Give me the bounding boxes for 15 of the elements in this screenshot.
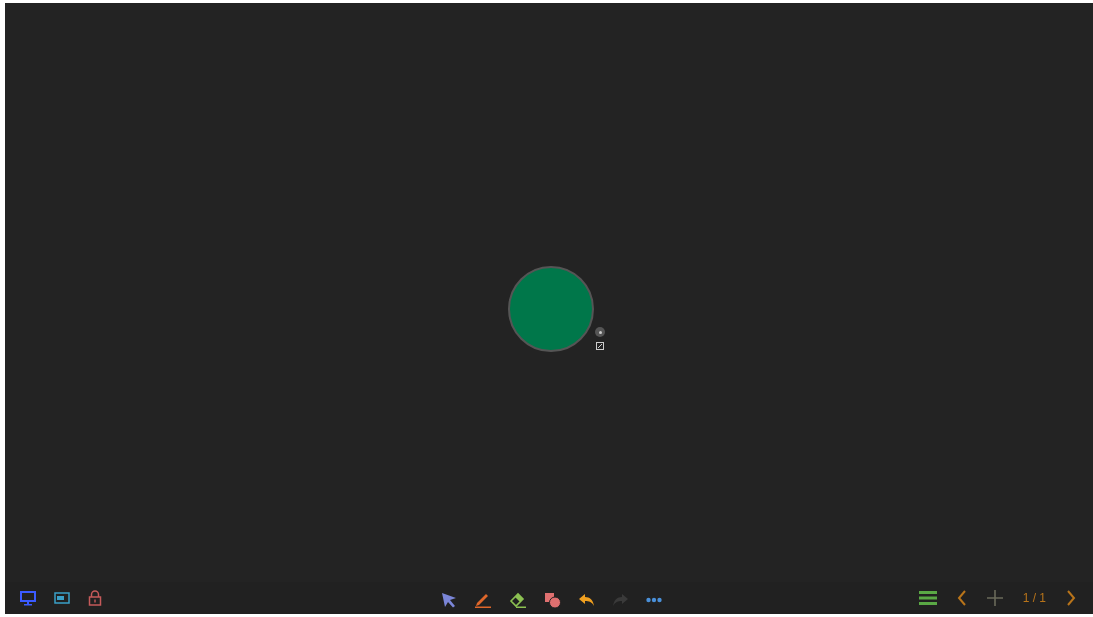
more-icon[interactable] [646, 596, 662, 603]
close-handle-icon[interactable] [595, 327, 605, 337]
shapes-icon[interactable] [544, 591, 561, 608]
previous-page-icon[interactable] [956, 590, 967, 606]
menu-icon[interactable] [918, 591, 937, 605]
cursor-icon[interactable] [441, 591, 457, 608]
eraser-icon[interactable] [509, 591, 527, 608]
lock-icon[interactable] [88, 590, 102, 606]
monitor-icon[interactable] [20, 590, 36, 606]
resize-handle-icon[interactable] [596, 342, 604, 350]
next-page-icon[interactable] [1066, 590, 1076, 606]
undo-icon[interactable] [578, 592, 595, 607]
pencil-icon[interactable] [474, 591, 492, 608]
page-indicator: 1 / 1 [1022, 590, 1046, 607]
window-icon[interactable] [54, 592, 70, 604]
